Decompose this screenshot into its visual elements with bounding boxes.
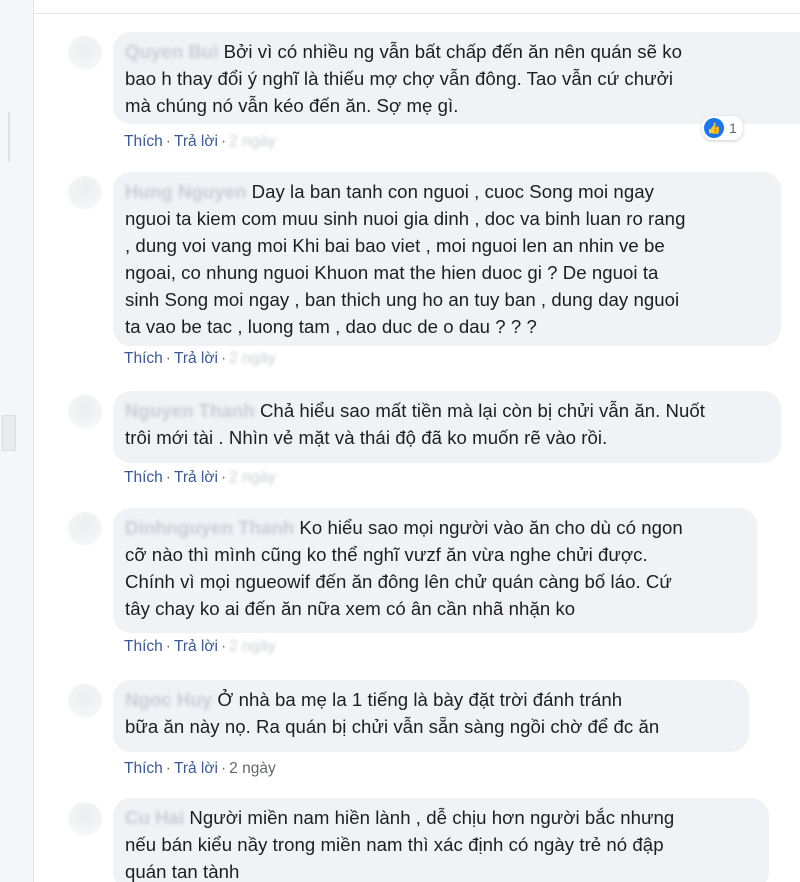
- comment-text-line: Người miền nam hiền lành , dễ chịu hơn n…: [189, 807, 675, 828]
- timestamp[interactable]: 2 ngày: [229, 638, 276, 655]
- comment-text-line: ta vao be tac , luong tam , dao duc de o…: [125, 316, 537, 337]
- like-icon: 👍: [704, 118, 724, 138]
- comment-author[interactable]: Ngoc Huy: [125, 689, 212, 710]
- reply-link[interactable]: Trả lời: [174, 350, 218, 367]
- separator: ·: [165, 760, 171, 777]
- avatar[interactable]: [68, 395, 102, 429]
- comment-actions: Thích · Trả lời · 2 ngày: [124, 133, 276, 151]
- avatar[interactable]: [68, 802, 102, 836]
- comment-actions: Thích · Trả lời · 2 ngày: [124, 350, 276, 368]
- comment-text-line: quán tan tành: [125, 861, 240, 882]
- like-link[interactable]: Thích: [124, 760, 163, 777]
- separator: ·: [220, 350, 227, 367]
- left-panel-fragment: [0, 112, 10, 162]
- comment-text-line: Chính vì mọi ngueowif đến ăn đông lên ch…: [125, 571, 672, 592]
- comment-actions: Thích · Trả lời · 2 ngày: [124, 760, 276, 778]
- comment-bubble: Ngoc Huy Ở nhà ba mẹ la 1 tiếng là bày đ…: [113, 680, 749, 752]
- comment-text-line: bao h thay đổi ý nghĩ là thiếu mợ chợ vẫ…: [125, 68, 674, 89]
- timestamp[interactable]: 2 ngày: [229, 350, 276, 367]
- comment-text-line: Day la ban tanh con nguoi , cuoc Song mo…: [251, 181, 654, 202]
- like-link[interactable]: Thích: [124, 350, 163, 367]
- comment-text-line: nếu bán kiểu nầy trong miền nam thì xác …: [125, 834, 664, 855]
- like-link[interactable]: Thích: [124, 469, 163, 486]
- separator: ·: [220, 133, 227, 150]
- comment-author[interactable]: Hung Nguyen: [125, 181, 246, 202]
- separator: ·: [220, 760, 227, 777]
- top-divider: [34, 0, 800, 14]
- reply-link[interactable]: Trả lời: [174, 638, 218, 655]
- comment-text-line: Ở nhà ba mẹ la 1 tiếng là bày đặt trời đ…: [217, 689, 623, 710]
- comment-text-line: mà chúng nó vẫn kéo đến ăn. Sợ mẹ gì.: [125, 95, 459, 116]
- separator: ·: [220, 638, 227, 655]
- comment-text-line: bữa ăn này nọ. Ra quán bị chửi vẫn sẵn s…: [125, 716, 660, 737]
- comment-actions: Thích · Trả lời · 2 ngày: [124, 469, 276, 487]
- separator: ·: [165, 133, 171, 150]
- comment-author[interactable]: Nguyen Thanh: [125, 400, 255, 421]
- separator: ·: [165, 350, 171, 367]
- reaction-count: 1: [729, 120, 737, 136]
- reaction-badge[interactable]: 👍 1: [702, 116, 743, 140]
- comment-author[interactable]: Dinhnguyen Thanh: [125, 517, 294, 538]
- reply-link[interactable]: Trả lời: [174, 133, 218, 150]
- comment-text-line: sinh Song moi ngay , ban thich ung ho an…: [125, 289, 680, 310]
- comment-text-line: trôi mới tài . Nhìn vẻ mặt và thái độ đã…: [125, 427, 608, 448]
- comment-bubble: Nguyen Thanh Chả hiểu sao mất tiền mà lạ…: [113, 391, 781, 463]
- comment-text-line: tây chay ko ai đến ăn nữa xem có ân cần …: [125, 598, 576, 619]
- reply-link[interactable]: Trả lời: [174, 469, 218, 486]
- avatar[interactable]: [68, 684, 102, 718]
- avatar[interactable]: [68, 176, 102, 210]
- comment-bubble: Quyen Bui Bởi vì có nhiều ng vẫn bất chấ…: [113, 32, 800, 124]
- left-panel: [0, 0, 34, 882]
- comment-text-line: cỡ nào thì mình cũng ko thể nghĩ vưzf ăn…: [125, 544, 648, 565]
- timestamp[interactable]: 2 ngày: [229, 133, 276, 150]
- reply-link[interactable]: Trả lời: [174, 760, 218, 777]
- comment-actions: Thích · Trả lời · 2 ngày: [124, 638, 276, 656]
- separator: ·: [165, 638, 171, 655]
- separator: ·: [165, 469, 171, 486]
- comment-bubble: Hung Nguyen Day la ban tanh con nguoi , …: [113, 172, 781, 346]
- avatar[interactable]: [68, 36, 102, 70]
- comment-author[interactable]: Cu Hai: [125, 807, 184, 828]
- timestamp[interactable]: 2 ngày: [229, 760, 276, 777]
- comment-text-line: Chả hiểu sao mất tiền mà lại còn bị chửi…: [259, 400, 706, 421]
- comment-bubble: Dinhnguyen Thanh Ko hiểu sao mọi người v…: [113, 508, 757, 633]
- separator: ·: [220, 469, 227, 486]
- like-link[interactable]: Thích: [124, 133, 163, 150]
- comment-author[interactable]: Quyen Bui: [125, 41, 218, 62]
- comment-text-line: Bởi vì có nhiều ng vẫn bất chấp đến ăn n…: [223, 41, 682, 62]
- like-link[interactable]: Thích: [124, 638, 163, 655]
- comment-text-line: ngoai, co nhung nguoi Khuon mat the hien…: [125, 262, 659, 283]
- comment-bubble: Cu Hai Người miền nam hiền lành , dễ chị…: [113, 798, 769, 882]
- comment-text-line: Ko hiểu sao mọi người vào ăn cho dù có n…: [299, 517, 683, 538]
- comment-text-line: nguoi ta kiem com muu sinh nuoi gia dinh…: [125, 208, 686, 229]
- timestamp[interactable]: 2 ngày: [229, 469, 276, 486]
- avatar[interactable]: [68, 512, 102, 546]
- left-panel-box: [2, 415, 16, 451]
- comment-text-line: , dung voi vang moi Khi bai bao viet , m…: [125, 235, 665, 256]
